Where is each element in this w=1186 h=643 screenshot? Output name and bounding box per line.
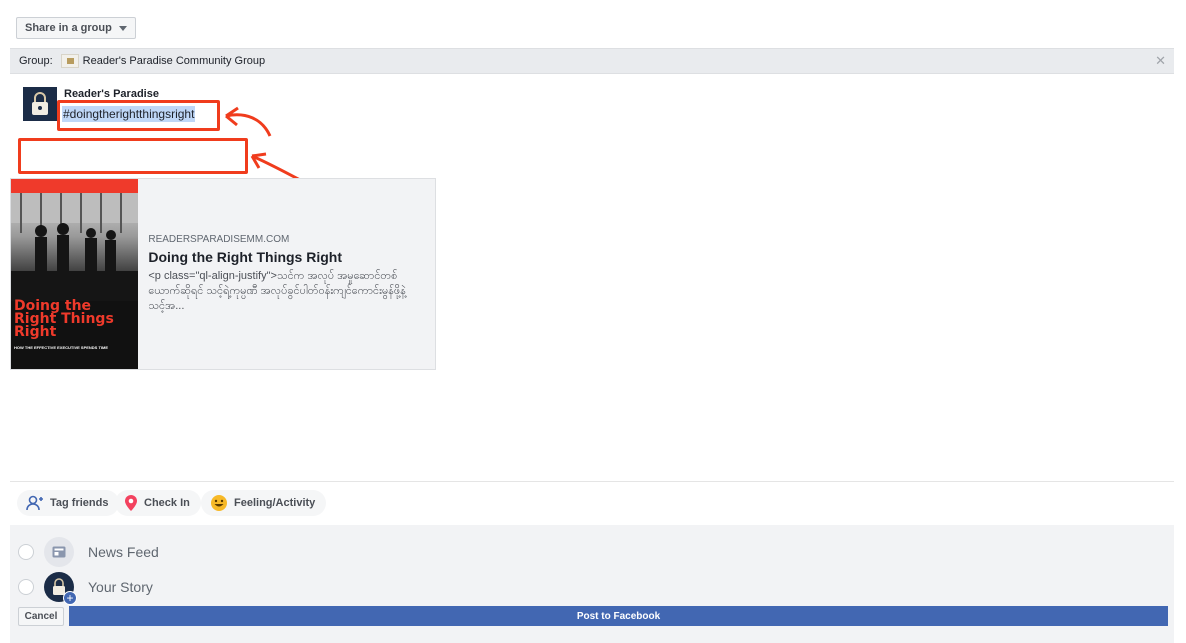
link-preview-text: READERSPARADISEMM.COM Doing the Right Th…: [138, 179, 435, 369]
close-icon[interactable]: ✕: [1155, 53, 1166, 69]
feeling-activity-label: Feeling/Activity: [234, 497, 316, 509]
page-avatar: [23, 87, 57, 121]
link-domain: READERSPARADISEMM.COM: [148, 234, 290, 245]
your-story-radio[interactable]: [18, 579, 34, 595]
share-dropdown-label: Share in a group: [25, 22, 112, 34]
news-feed-label: News Feed: [88, 544, 159, 560]
smiley-icon: [211, 495, 227, 511]
page-name: Reader's Paradise: [64, 88, 159, 100]
annotation-box-empty: [18, 138, 248, 174]
link-title[interactable]: Doing the Right Things Right: [148, 249, 425, 265]
cancel-button[interactable]: Cancel: [18, 607, 64, 626]
check-in-button[interactable]: Check In: [115, 490, 201, 516]
group-name: Reader's Paradise Community Group: [82, 55, 266, 67]
plus-icon: +: [63, 591, 77, 605]
tag-friends-label: Tag friends: [50, 497, 109, 509]
link-preview-image: Doing the Right Things Right HOW THE EFF…: [11, 179, 139, 369]
book-cover-title: Doing the Right Things Right: [14, 298, 114, 340]
silhouette-photo: [11, 193, 139, 301]
news-feed-option[interactable]: News Feed: [18, 537, 159, 567]
share-in-group-dropdown[interactable]: Share in a group: [16, 17, 136, 39]
your-story-label: Your Story: [88, 579, 153, 595]
your-story-option[interactable]: + Your Story: [18, 572, 153, 605]
caret-down-icon: [118, 25, 127, 31]
feeling-activity-button[interactable]: Feeling/Activity: [201, 490, 327, 516]
location-pin-icon: [125, 495, 137, 511]
tag-friends-button[interactable]: Tag friends: [17, 490, 120, 516]
lock-logo-icon: [32, 92, 48, 115]
link-preview-card[interactable]: Doing the Right Things Right HOW THE EFF…: [10, 178, 436, 370]
check-in-label: Check In: [144, 497, 190, 509]
post-to-facebook-button[interactable]: Post to Facebook: [69, 606, 1168, 626]
group-bar: Group: Reader's Paradise Community Group…: [10, 48, 1174, 74]
news-feed-radio[interactable]: [18, 544, 34, 560]
news-feed-icon: [44, 537, 74, 567]
link-description: <p class="ql-align-justify">သင်က အလုပ် အ…: [148, 270, 406, 312]
group-thumbnail-icon: [60, 54, 79, 68]
divider: [10, 481, 1174, 482]
story-avatar-icon: +: [44, 572, 77, 605]
annotation-box-hashtag: [57, 100, 220, 131]
tag-friends-icon: [26, 495, 43, 511]
group-prefix: Group:: [19, 55, 53, 67]
book-cover-subtitle: HOW THE EFFECTIVE EXECUTIVE SPENDS TIME: [14, 345, 109, 350]
